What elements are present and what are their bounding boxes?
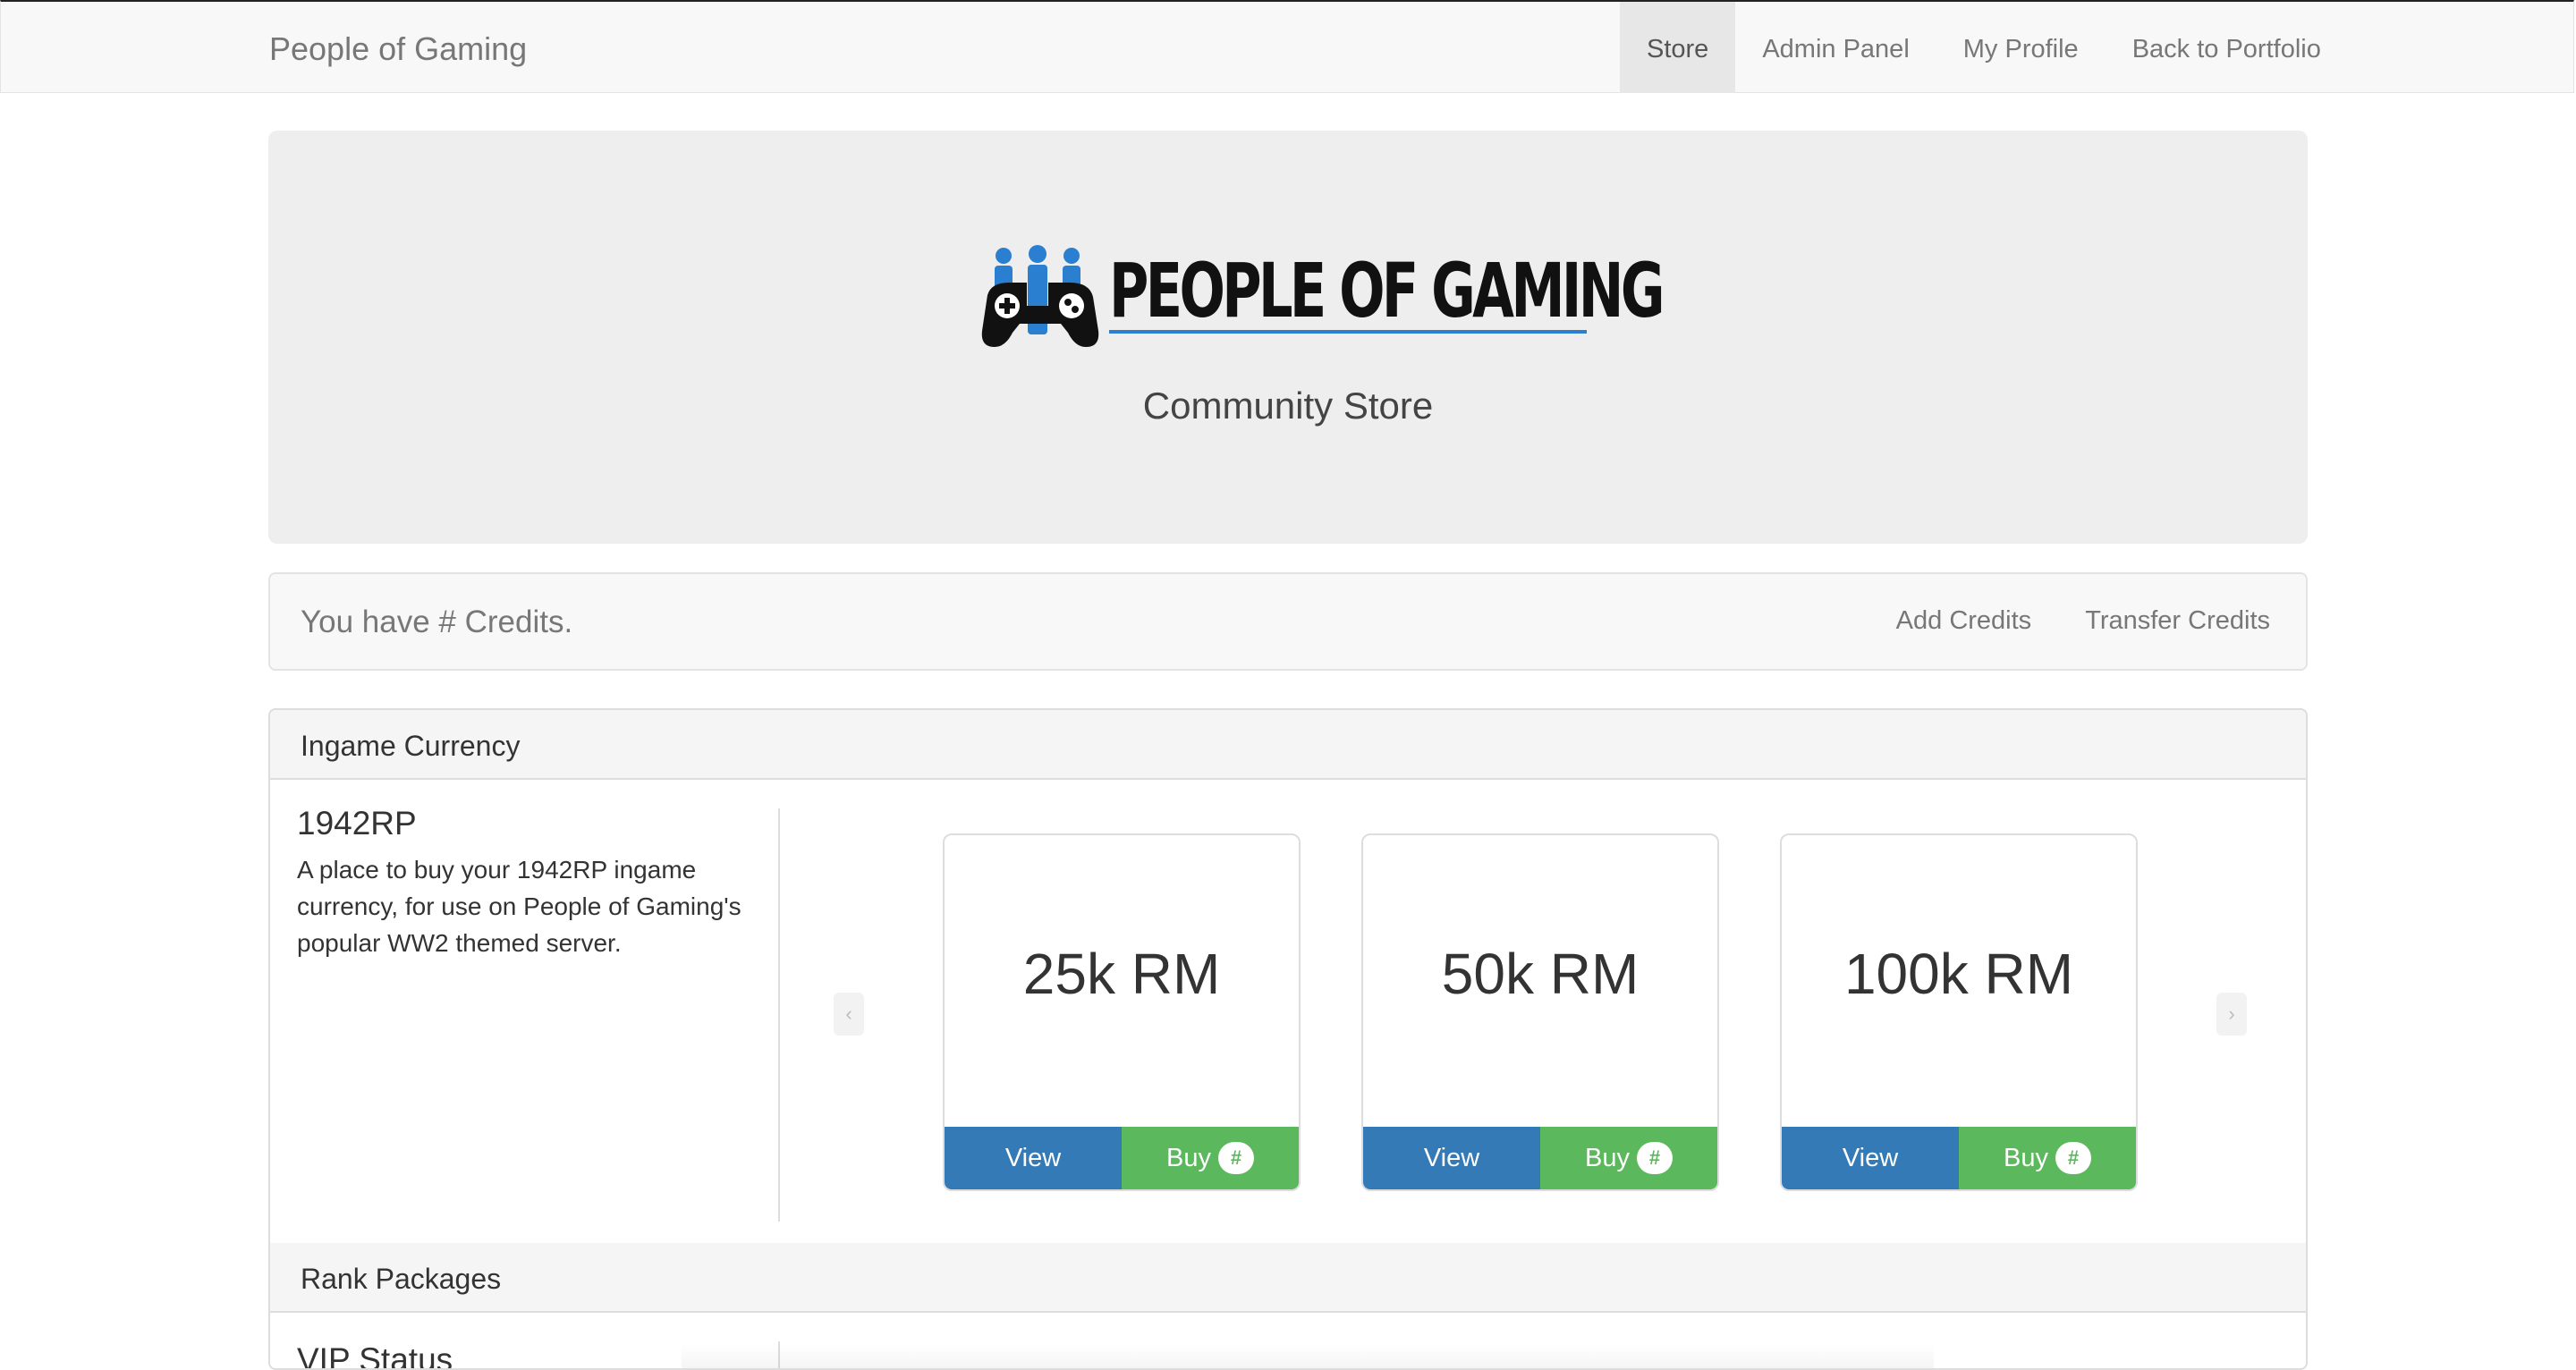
card-buttons: View Buy # <box>1363 1127 1717 1189</box>
logo-wordmark: PEOPLE OF GAMING <box>1109 247 1665 334</box>
carousel-prev-icon[interactable]: ‹ <box>834 993 864 1036</box>
card-title: 100k RM <box>1843 942 2074 1006</box>
view-label: View <box>1004 1143 1062 1172</box>
section-title: Rank Packages <box>301 1263 502 1295</box>
nav-links: Store Admin Panel My Profile Back to Por… <box>1620 2 2348 93</box>
buy-button[interactable]: Buy # <box>1540 1127 1717 1189</box>
view-label: View <box>1423 1143 1480 1172</box>
buy-label: Buy <box>1585 1143 1630 1172</box>
product-name: 1942RP <box>297 805 417 841</box>
hero-jumbotron: PEOPLE OF GAMING Community Store <box>268 131 2308 544</box>
product-info: 1942RP A place to buy your 1942RP ingame… <box>297 805 762 961</box>
buy-button[interactable]: Buy # <box>1122 1127 1299 1189</box>
top-navbar: People of Gaming Store Admin Panel My Pr… <box>0 0 2574 93</box>
credits-actions: Add Credits Transfer Credits <box>1896 606 2270 636</box>
section-title: Ingame Currency <box>301 730 521 762</box>
price-badge: # <box>2055 1142 2091 1174</box>
product-card: 100k RM View Buy # <box>1780 833 2138 1191</box>
buy-label: Buy <box>2004 1143 2048 1172</box>
product-description: A place to buy your 1942RP ingame curren… <box>297 856 741 957</box>
card-title: 25k RM <box>1022 942 1221 1006</box>
nav-item-admin-panel[interactable]: Admin Panel <box>1735 2 1936 93</box>
buy-button[interactable]: Buy # <box>1959 1127 2136 1189</box>
view-label: View <box>1842 1143 1899 1172</box>
card-buttons: View Buy # <box>1782 1127 2136 1189</box>
price-badge: # <box>1636 1142 1673 1174</box>
transfer-credits-link[interactable]: Transfer Credits <box>2085 606 2270 636</box>
vertical-divider <box>778 808 780 1222</box>
card-buttons: View Buy # <box>945 1127 1299 1189</box>
credits-bar: You have # Credits. Add Credits Transfer… <box>268 572 2308 671</box>
product-name: VIP Status <box>297 1341 453 1370</box>
nav-item-my-profile[interactable]: My Profile <box>1936 2 2106 93</box>
controller-people-icon <box>981 245 1099 347</box>
credits-balance-text: You have # Credits. <box>301 605 573 639</box>
product-card: 25k RM View Buy # <box>943 833 1301 1191</box>
store-panel: Ingame Currency 1942RP A place to buy yo… <box>268 708 2308 1370</box>
buy-label: Buy <box>1166 1143 1211 1172</box>
scroll-shadow <box>682 1343 1934 1368</box>
hero-tagline: Community Store <box>1142 385 1434 427</box>
card-title: 50k RM <box>1441 942 1640 1006</box>
navbar-brand[interactable]: People of Gaming <box>269 30 527 68</box>
view-button[interactable]: View <box>1782 1127 1959 1189</box>
nav-item-back-to-portfolio[interactable]: Back to Portfolio <box>2106 2 2348 93</box>
product-card: 50k RM View Buy # <box>1361 833 1719 1191</box>
section-heading-ingame-currency: Ingame Currency <box>270 710 2306 780</box>
view-button[interactable]: View <box>945 1127 1122 1189</box>
view-button[interactable]: View <box>1363 1127 1540 1189</box>
nav-item-store[interactable]: Store <box>1620 2 1736 93</box>
section-heading-rank-packages: Rank Packages <box>270 1243 2306 1313</box>
logo-underline <box>1109 330 1587 334</box>
add-credits-link[interactable]: Add Credits <box>1896 606 2032 636</box>
price-badge: # <box>1217 1142 1254 1174</box>
carousel-next-icon[interactable]: › <box>2216 993 2247 1036</box>
